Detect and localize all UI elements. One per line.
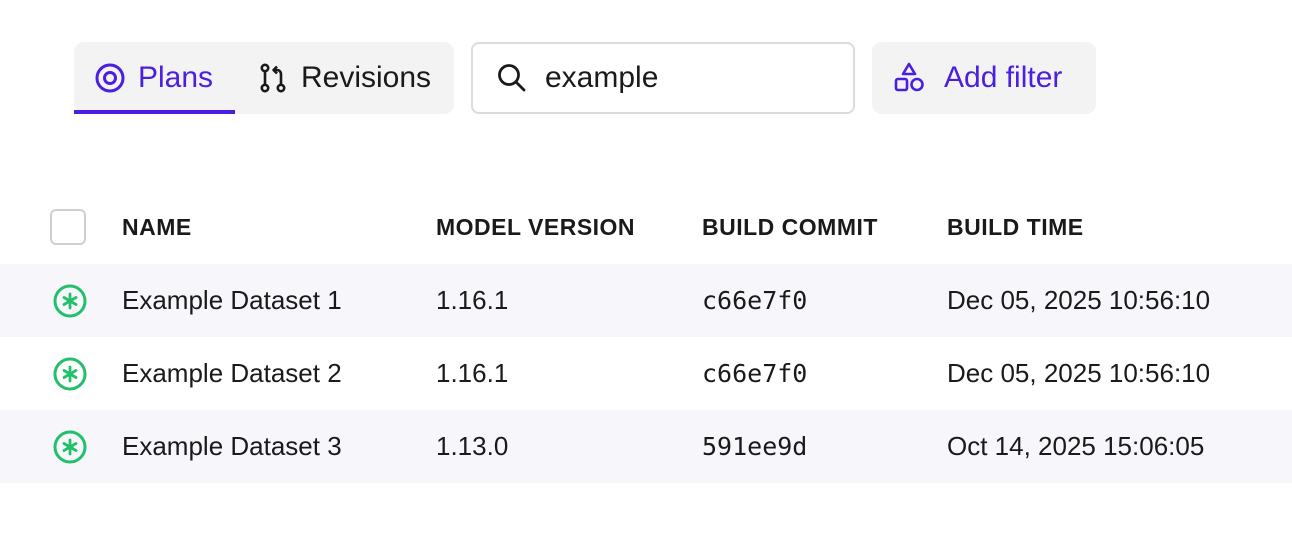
asterisk-circle-icon xyxy=(52,283,88,319)
view-tabs: Plans Revisions xyxy=(74,42,454,114)
row-model-version: 1.16.1 xyxy=(436,285,509,315)
plans-table: NAME MODEL VERSION BUILD COMMIT BUILD TI… xyxy=(0,190,1292,483)
shapes-icon xyxy=(892,61,926,95)
search-input[interactable] xyxy=(545,61,815,95)
column-header-build-time[interactable]: BUILD TIME xyxy=(947,214,1084,241)
add-filter-button[interactable]: Add filter xyxy=(872,42,1096,114)
target-icon xyxy=(94,62,126,94)
search-box xyxy=(471,42,855,114)
asterisk-circle-icon xyxy=(52,429,88,465)
row-model-version: 1.13.0 xyxy=(436,431,509,461)
git-branch-icon xyxy=(257,62,289,94)
row-name: Example Dataset 3 xyxy=(122,431,342,461)
row-build-time: Oct 14, 2025 15:06:05 xyxy=(947,431,1205,461)
column-header-model-version[interactable]: MODEL VERSION xyxy=(436,214,635,241)
tab-revisions[interactable]: Revisions xyxy=(235,42,431,114)
row-build-time: Dec 05, 2025 10:56:10 xyxy=(947,285,1211,315)
row-build-commit: 591ee9d xyxy=(702,432,808,461)
tab-plans-label: Plans xyxy=(138,61,214,94)
table-header: NAME MODEL VERSION BUILD COMMIT BUILD TI… xyxy=(0,190,1292,264)
tab-plans[interactable]: Plans xyxy=(74,42,235,114)
toolbar: Plans Revisions example Add filter xyxy=(74,42,1096,114)
row-name: Example Dataset 2 xyxy=(122,358,342,388)
add-filter-label: Add filter xyxy=(944,61,1063,94)
table-row[interactable]: Example Dataset 3 1.13.0 591ee9d Oct 14,… xyxy=(0,410,1292,483)
column-header-name[interactable]: NAME xyxy=(122,214,192,241)
tab-revisions-label: Revisions xyxy=(301,61,432,94)
row-name: Example Dataset 1 xyxy=(122,285,342,315)
asterisk-circle-icon xyxy=(52,356,88,392)
row-build-time: Dec 05, 2025 10:56:10 xyxy=(947,358,1211,388)
select-all-checkbox[interactable] xyxy=(50,209,86,245)
row-model-version: 1.16.1 xyxy=(436,358,509,388)
column-header-build-commit[interactable]: BUILD COMMIT xyxy=(702,214,878,241)
row-build-commit: c66e7f0 xyxy=(702,286,808,315)
search-icon xyxy=(495,61,529,95)
table-row[interactable]: Example Dataset 2 1.16.1 c66e7f0 Dec 05,… xyxy=(0,337,1292,410)
table-row[interactable]: Example Dataset 1 1.16.1 c66e7f0 Dec 05,… xyxy=(0,264,1292,337)
row-build-commit: c66e7f0 xyxy=(702,359,808,388)
